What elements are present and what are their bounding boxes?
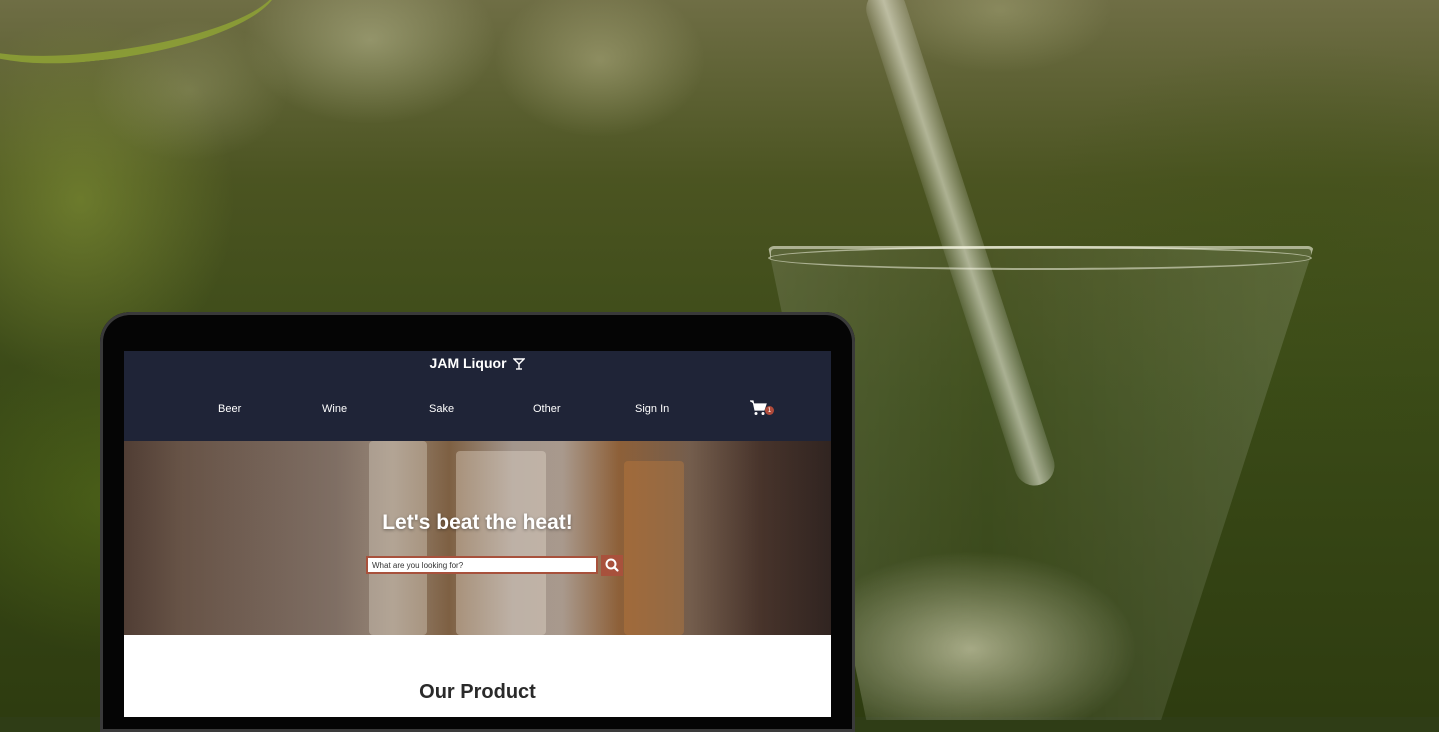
nav-item-other[interactable]: Other — [533, 403, 561, 415]
search-icon — [605, 558, 619, 572]
section-title: Our Product — [419, 681, 536, 703]
laptop-screen: JAM Liquor Beer Wine Sake Other Sign In … — [124, 351, 831, 717]
cart-count-badge: 1 — [765, 406, 774, 415]
nav-item-sake[interactable]: Sake — [429, 403, 454, 415]
wine-glass-rim — [768, 246, 1312, 270]
hero-title: Let's beat the heat! — [382, 511, 573, 534]
nav-item-sign-in[interactable]: Sign In — [635, 403, 669, 415]
bottle-decoration — [624, 461, 684, 635]
search-button[interactable] — [601, 555, 623, 576]
bottle-decoration — [456, 451, 546, 635]
brand-name: JAM Liquor — [429, 355, 507, 371]
site-logo[interactable]: JAM Liquor — [124, 355, 831, 371]
cocktail-glass-icon — [512, 358, 527, 370]
hero-banner: Let's beat the heat! — [124, 441, 831, 635]
cart-button[interactable]: 1 — [750, 400, 776, 418]
bottle-decoration — [369, 441, 427, 635]
site-navbar: JAM Liquor Beer Wine Sake Other Sign In … — [124, 351, 831, 441]
search-input[interactable] — [366, 556, 598, 574]
nav-item-wine[interactable]: Wine — [322, 403, 347, 415]
nav-item-beer[interactable]: Beer — [218, 403, 241, 415]
